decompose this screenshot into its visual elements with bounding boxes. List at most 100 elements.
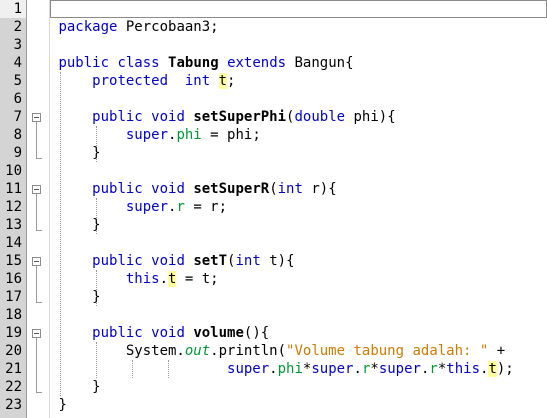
keyword: super xyxy=(378,361,421,377)
keyword: void xyxy=(151,109,185,125)
keyword: this xyxy=(446,361,480,377)
fold-guide-line xyxy=(36,266,37,302)
operator: + xyxy=(488,343,506,359)
keyword: public xyxy=(92,325,143,341)
keyword: super xyxy=(125,127,169,143)
keyword: public xyxy=(58,55,110,71)
fold-guide-line xyxy=(36,194,37,230)
line-number: 14 xyxy=(5,235,22,251)
keyword: void xyxy=(151,253,185,269)
field-ref: r xyxy=(429,361,438,377)
keyword: double xyxy=(294,109,346,125)
fold-toggle-icon[interactable] xyxy=(32,185,41,194)
code-line-19[interactable]: public void volume(){ xyxy=(50,324,547,342)
line-number: 12 xyxy=(5,199,22,215)
method-name: setSuperR xyxy=(193,181,270,197)
punctuation: (){ xyxy=(243,325,270,341)
method-name: setSuperPhi xyxy=(193,109,287,125)
keyword: void xyxy=(151,325,185,341)
fold-margin xyxy=(27,0,50,418)
fold-guide-line xyxy=(36,338,37,392)
code-line-14[interactable] xyxy=(50,234,547,252)
punctuation: ; xyxy=(227,73,236,89)
code-line-11[interactable]: public void setSuperR(int r){ xyxy=(50,180,547,198)
line-number: 8 xyxy=(13,127,22,143)
highlighted-variable: t xyxy=(218,73,228,89)
line-number: 10 xyxy=(5,163,22,179)
punctuation: ( xyxy=(269,181,278,197)
closing-brace: } xyxy=(92,145,101,161)
fold-toggle-icon[interactable] xyxy=(32,113,41,122)
keyword: protected xyxy=(92,73,169,89)
system-class: System. xyxy=(125,343,185,359)
fold-guide-line xyxy=(36,122,37,158)
package-name: Percobaan3; xyxy=(117,19,219,35)
punctuation: ); xyxy=(496,361,514,377)
string-literal: "Volume tabung adalah: " xyxy=(286,343,489,359)
keyword: class xyxy=(117,55,160,71)
punctuation: . xyxy=(353,361,362,377)
code-line-7[interactable]: public void setSuperPhi(double phi){ xyxy=(50,108,547,126)
keyword: public xyxy=(92,109,143,125)
code-line-18[interactable] xyxy=(50,306,547,324)
method-name: setT xyxy=(193,253,228,269)
line-number: 18 xyxy=(5,307,22,323)
code-line-22[interactable]: } xyxy=(50,378,547,396)
parameter: r){ xyxy=(302,181,337,197)
code-line-21[interactable]: super.phi*super.r*super.r*this.t); xyxy=(50,360,547,378)
keyword: super xyxy=(227,361,270,377)
keyword: public xyxy=(92,253,143,269)
class-name: Tabung xyxy=(168,55,219,71)
statement-rest: = t; xyxy=(176,271,219,287)
line-number: 6 xyxy=(13,91,22,107)
keyword: public xyxy=(92,181,143,197)
code-area[interactable]: package Percobaan3; public class Tabung … xyxy=(50,0,547,418)
code-line-4[interactable]: public class Tabung extends Bangun{ xyxy=(50,54,547,72)
fold-toggle-icon[interactable] xyxy=(32,329,41,338)
code-editor[interactable]: 1 2 3 4 5 6 7 8 9 10 11 12 13 14 15 16 17 18 19 20 21 22 23 pa… xyxy=(0,0,547,418)
fold-toggle-icon[interactable] xyxy=(32,257,41,266)
keyword: int xyxy=(277,181,303,197)
line-number: 20 xyxy=(5,343,22,359)
code-line-10[interactable] xyxy=(50,162,547,180)
code-line-5[interactable]: protected int t; xyxy=(50,72,547,90)
fold-end-marker xyxy=(36,302,42,303)
keyword: super xyxy=(125,199,169,215)
code-line-17[interactable]: } xyxy=(50,288,547,306)
code-line-6[interactable] xyxy=(50,90,547,108)
code-line-16[interactable]: this.t = t; xyxy=(50,270,547,288)
code-line-23[interactable]: } xyxy=(50,396,547,414)
code-line-3[interactable] xyxy=(50,36,547,54)
line-number: 22 xyxy=(5,379,22,395)
keyword: int xyxy=(184,73,211,89)
highlighted-variable: t xyxy=(488,361,497,377)
fold-end-marker xyxy=(36,158,42,159)
code-line-13[interactable]: } xyxy=(50,216,547,234)
code-line-8[interactable]: super.phi = phi; xyxy=(50,126,547,144)
keyword: extends xyxy=(227,55,287,71)
field-ref: r xyxy=(176,199,185,215)
line-number: 4 xyxy=(13,55,22,71)
parameter: t){ xyxy=(260,253,295,269)
static-field: out xyxy=(184,343,211,359)
method-call: .println( xyxy=(210,343,287,359)
punctuation: . xyxy=(269,361,278,377)
keyword: int xyxy=(235,253,261,269)
line-number-gutter: 1 2 3 4 5 6 7 8 9 10 11 12 13 14 15 16 17 18 19 20 21 22 23 xyxy=(0,0,27,418)
line-number: 3 xyxy=(13,37,22,53)
punctuation: . xyxy=(159,271,169,287)
code-line-12[interactable]: super.r = r; xyxy=(50,198,547,216)
line-number: 9 xyxy=(13,145,22,161)
line-number: 15 xyxy=(5,253,22,269)
code-line-9[interactable]: } xyxy=(50,144,547,162)
line-number: 23 xyxy=(5,397,22,413)
operator: * xyxy=(370,361,379,377)
code-line-15[interactable]: public void setT(int t){ xyxy=(50,252,547,270)
closing-brace: } xyxy=(58,397,67,413)
code-line-1[interactable] xyxy=(50,0,547,18)
closing-brace: } xyxy=(92,217,101,233)
code-line-2[interactable]: package Percobaan3; xyxy=(50,18,547,36)
line-number: 5 xyxy=(13,73,22,89)
code-line-20[interactable]: System.out.println("Volume tabung adalah… xyxy=(50,342,547,360)
statement-rest: = phi; xyxy=(201,127,261,143)
